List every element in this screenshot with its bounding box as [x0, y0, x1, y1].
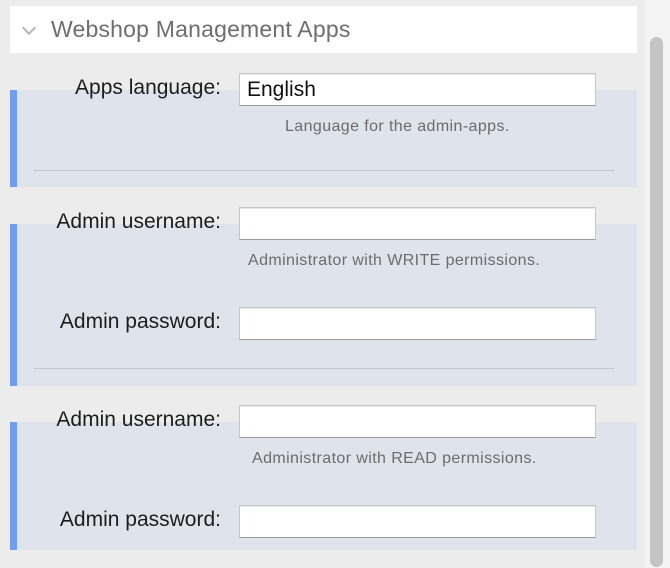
write-admin-hint: Administrator with WRITE permissions.: [248, 252, 541, 269]
write-admin-group: [10, 224, 637, 386]
read-admin-password-input[interactable]: [239, 505, 596, 538]
apps-language-hint: Language for the admin-apps.: [285, 118, 510, 135]
apps-language-label: Apps language:: [75, 76, 221, 99]
write-admin-username-label: Admin username:: [56, 210, 221, 233]
chevron-down-icon[interactable]: [21, 20, 37, 36]
apps-language-input[interactable]: [239, 73, 596, 106]
write-admin-username-input[interactable]: [239, 207, 596, 240]
read-admin-username-label: Admin username:: [56, 408, 221, 431]
divider: [34, 368, 614, 369]
group-accent-stripe: [10, 90, 17, 187]
read-admin-hint: Administrator with READ permissions.: [252, 450, 537, 467]
read-admin-username-input[interactable]: [239, 405, 596, 438]
write-admin-password-input[interactable]: [239, 307, 596, 340]
divider: [34, 170, 614, 171]
scrollbar-thumb[interactable]: [650, 37, 663, 567]
section-header[interactable]: Webshop Management Apps: [10, 6, 637, 53]
group-accent-stripe: [10, 224, 17, 386]
group-accent-stripe: [10, 422, 17, 550]
write-admin-password-label: Admin password:: [59, 310, 221, 333]
section-title: Webshop Management Apps: [51, 16, 351, 42]
read-admin-password-label: Admin password:: [59, 508, 221, 531]
